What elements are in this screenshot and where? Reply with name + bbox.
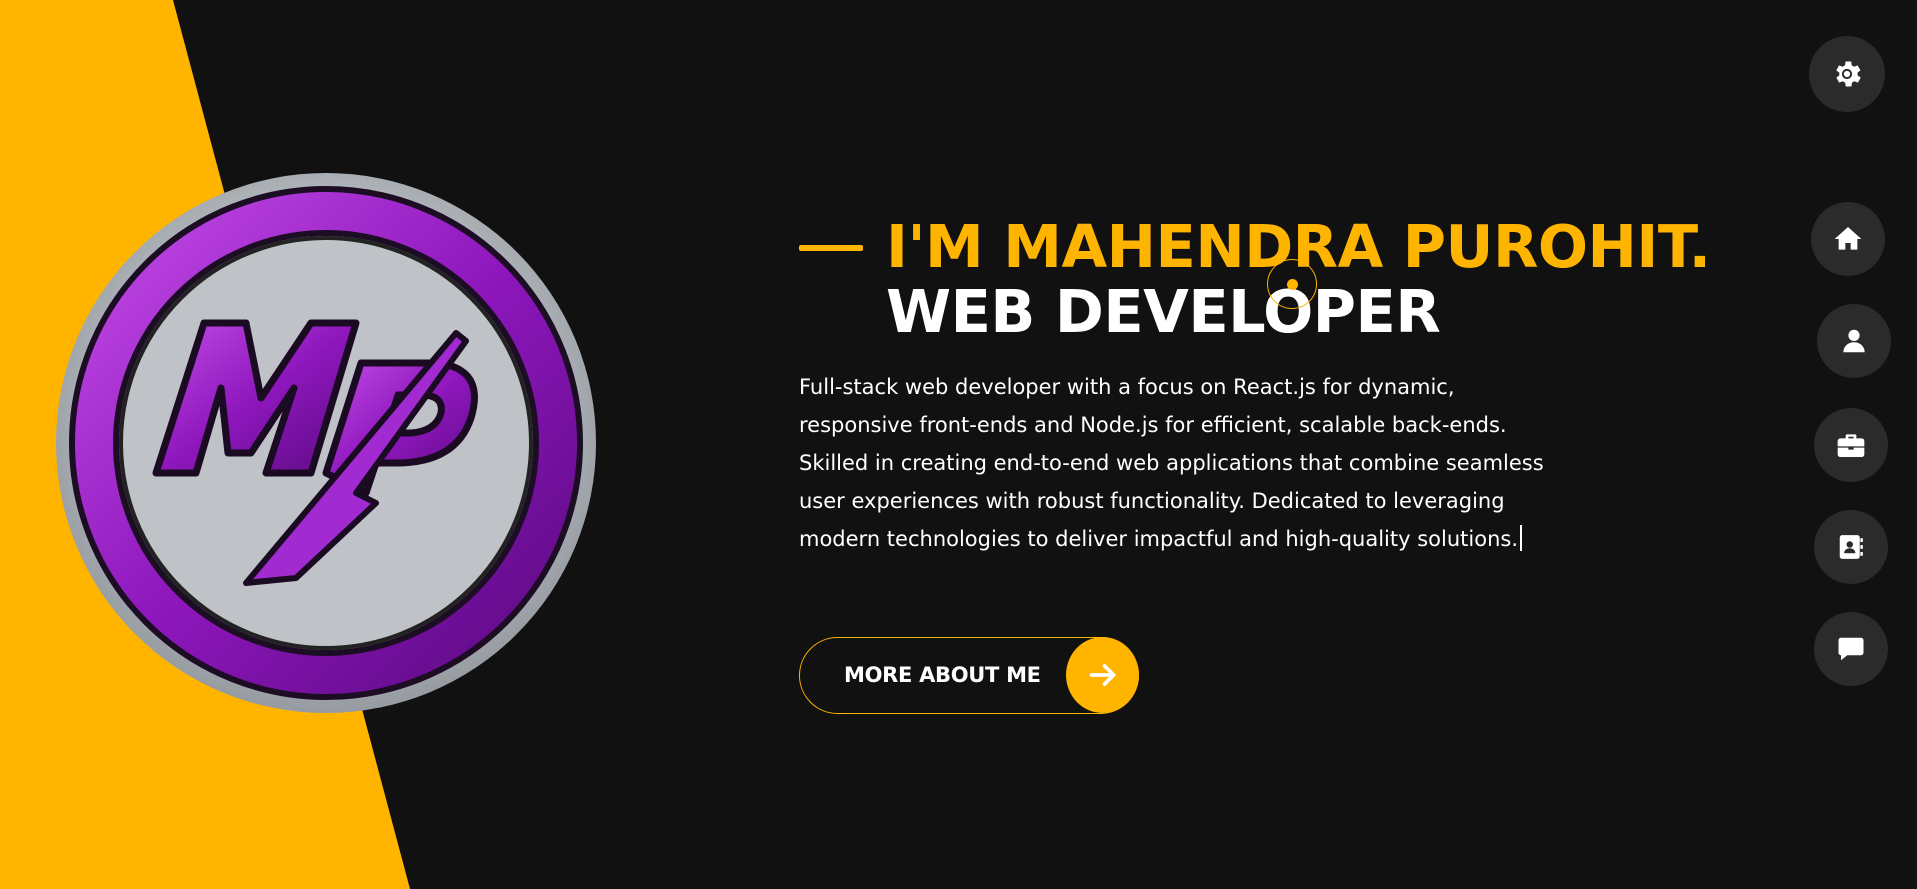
chat-bubble-icon [1838, 637, 1864, 661]
nav-blog-button[interactable] [1814, 612, 1888, 686]
more-about-me-button[interactable]: MORE ABOUT ME [799, 637, 1139, 714]
title-accent-line [799, 245, 863, 251]
nav-portfolio-button[interactable] [1814, 408, 1888, 482]
arrow-right-icon [1066, 637, 1139, 713]
theme-settings-button[interactable] [1809, 36, 1885, 112]
typing-caret [1520, 525, 1523, 551]
custom-cursor-dot [1287, 279, 1298, 290]
hero-role: WEB DEVELOPER [886, 277, 1441, 346]
address-book-icon [1839, 535, 1863, 559]
user-icon [1843, 329, 1865, 353]
hero-intro-content: Full-stack web developer with a focus on… [799, 375, 1544, 551]
nav-about-button[interactable] [1817, 304, 1891, 378]
hero-intro-text: Full-stack web developer with a focus on… [799, 368, 1559, 558]
briefcase-icon [1837, 434, 1865, 457]
profile-logo [56, 173, 596, 713]
nav-contact-button[interactable] [1814, 510, 1888, 584]
nav-home-button[interactable] [1811, 202, 1885, 276]
home-page: I'M MAHENDRA PUROHIT. WEB DEVELOPER Full… [0, 0, 1917, 889]
hero-heading: I'M MAHENDRA PUROHIT. WEB DEVELOPER [799, 212, 1711, 344]
home-icon [1834, 227, 1862, 250]
more-about-me-label: MORE ABOUT ME [844, 663, 1041, 687]
gear-icon [1836, 61, 1861, 87]
